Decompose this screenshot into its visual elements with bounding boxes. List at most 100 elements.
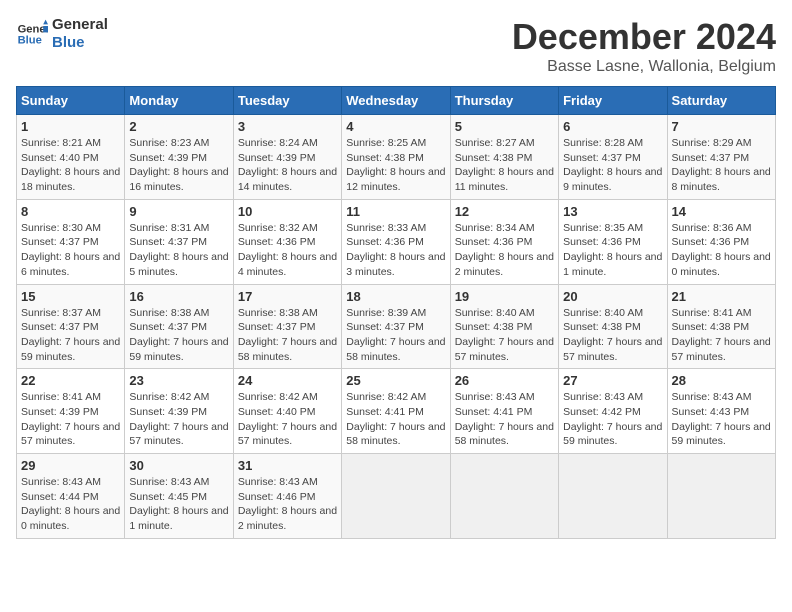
day-info: Sunrise: 8:29 AMSunset: 4:37 PMDaylight:… [672,136,771,195]
day-number: 24 [238,373,337,388]
calendar-cell: 1 Sunrise: 8:21 AMSunset: 4:40 PMDaylight… [17,115,125,200]
day-number: 2 [129,119,228,134]
day-info: Sunrise: 8:23 AMSunset: 4:39 PMDaylight:… [129,136,228,195]
day-info: Sunrise: 8:25 AMSunset: 4:38 PMDaylight:… [346,136,445,195]
calendar-cell: 10 Sunrise: 8:32 AMSunset: 4:36 PMDayligh… [233,199,341,284]
calendar-cell: 23 Sunrise: 8:42 AMSunset: 4:39 PMDayligh… [125,369,233,454]
calendar-cell: 24 Sunrise: 8:42 AMSunset: 4:40 PMDayligh… [233,369,341,454]
day-info: Sunrise: 8:40 AMSunset: 4:38 PMDaylight:… [455,306,554,365]
day-info: Sunrise: 8:42 AMSunset: 4:40 PMDaylight:… [238,390,337,449]
day-number: 15 [21,289,120,304]
header: General Blue General Blue December 2024 … [16,16,776,76]
calendar-header-sunday: Sunday [17,87,125,115]
calendar-cell: 15Sunrise: 8:37 AMSunset: 4:37 PMDayligh… [17,284,125,369]
day-number: 21 [672,289,771,304]
calendar-week-1: 1 Sunrise: 8:21 AMSunset: 4:40 PMDaylight… [17,115,776,200]
day-info: Sunrise: 8:40 AMSunset: 4:38 PMDaylight:… [563,306,662,365]
day-number: 30 [129,458,228,473]
day-number: 7 [672,119,771,134]
day-number: 5 [455,119,554,134]
calendar-cell: 28 Sunrise: 8:43 AMSunset: 4:43 PMDayligh… [667,369,775,454]
calendar-cell: 30 Sunrise: 8:43 AMSunset: 4:45 PMDayligh… [125,454,233,539]
day-number: 17 [238,289,337,304]
day-info: Sunrise: 8:34 AMSunset: 4:36 PMDaylight:… [455,221,554,280]
logo-blue: Blue [52,34,108,52]
calendar-cell: 16Sunrise: 8:38 AMSunset: 4:37 PMDayligh… [125,284,233,369]
calendar-cell: 11 Sunrise: 8:33 AMSunset: 4:36 PMDayligh… [342,199,450,284]
day-info: Sunrise: 8:38 AMSunset: 4:37 PMDaylight:… [238,306,337,365]
calendar-cell: 6Sunrise: 8:28 AMSunset: 4:37 PMDaylight… [559,115,667,200]
day-info: Sunrise: 8:39 AMSunset: 4:37 PMDaylight:… [346,306,445,365]
calendar-header-row: SundayMondayTuesdayWednesdayThursdayFrid… [17,87,776,115]
calendar-cell: 2 Sunrise: 8:23 AMSunset: 4:39 PMDaylight… [125,115,233,200]
day-info: Sunrise: 8:43 AMSunset: 4:45 PMDaylight:… [129,475,228,534]
calendar-cell: 8Sunrise: 8:30 AMSunset: 4:37 PMDaylight… [17,199,125,284]
calendar-header-monday: Monday [125,87,233,115]
day-number: 27 [563,373,662,388]
day-info: Sunrise: 8:28 AMSunset: 4:37 PMDaylight:… [563,136,662,195]
day-number: 16 [129,289,228,304]
day-info: Sunrise: 8:24 AMSunset: 4:39 PMDaylight:… [238,136,337,195]
calendar-cell: 18 Sunrise: 8:39 AMSunset: 4:37 PMDayligh… [342,284,450,369]
day-info: Sunrise: 8:21 AMSunset: 4:40 PMDaylight:… [21,136,120,195]
day-info: Sunrise: 8:43 AMSunset: 4:41 PMDaylight:… [455,390,554,449]
calendar-cell: 22 Sunrise: 8:41 AMSunset: 4:39 PMDayligh… [17,369,125,454]
calendar-cell: 17 Sunrise: 8:38 AMSunset: 4:37 PMDayligh… [233,284,341,369]
calendar-cell [342,454,450,539]
page-subtitle: Basse Lasne, Wallonia, Belgium [512,58,776,76]
day-number: 22 [21,373,120,388]
day-info: Sunrise: 8:43 AMSunset: 4:44 PMDaylight:… [21,475,120,534]
day-info: Sunrise: 8:31 AMSunset: 4:37 PMDaylight:… [129,221,228,280]
day-number: 25 [346,373,445,388]
day-info: Sunrise: 8:32 AMSunset: 4:36 PMDaylight:… [238,221,337,280]
day-number: 31 [238,458,337,473]
title-area: December 2024 Basse Lasne, Wallonia, Bel… [512,16,776,76]
day-info: Sunrise: 8:35 AMSunset: 4:36 PMDaylight:… [563,221,662,280]
calendar-cell: 4 Sunrise: 8:25 AMSunset: 4:38 PMDaylight… [342,115,450,200]
calendar-week-3: 15Sunrise: 8:37 AMSunset: 4:37 PMDayligh… [17,284,776,369]
day-number: 4 [346,119,445,134]
day-info: Sunrise: 8:41 AMSunset: 4:38 PMDaylight:… [672,306,771,365]
day-number: 19 [455,289,554,304]
day-number: 26 [455,373,554,388]
calendar-cell: 9Sunrise: 8:31 AMSunset: 4:37 PMDaylight… [125,199,233,284]
calendar-cell: 12Sunrise: 8:34 AMSunset: 4:36 PMDayligh… [450,199,558,284]
day-info: Sunrise: 8:30 AMSunset: 4:37 PMDaylight:… [21,221,120,280]
calendar-cell: 31 Sunrise: 8:43 AMSunset: 4:46 PMDayligh… [233,454,341,539]
day-number: 23 [129,373,228,388]
calendar-cell: 3 Sunrise: 8:24 AMSunset: 4:39 PMDaylight… [233,115,341,200]
day-number: 11 [346,204,445,219]
day-number: 3 [238,119,337,134]
calendar-cell: 19 Sunrise: 8:40 AMSunset: 4:38 PMDayligh… [450,284,558,369]
calendar-cell: 27Sunrise: 8:43 AMSunset: 4:42 PMDayligh… [559,369,667,454]
day-number: 10 [238,204,337,219]
logo-general: General [52,16,108,34]
day-number: 14 [672,204,771,219]
calendar-week-4: 22 Sunrise: 8:41 AMSunset: 4:39 PMDayligh… [17,369,776,454]
day-info: Sunrise: 8:41 AMSunset: 4:39 PMDaylight:… [21,390,120,449]
day-info: Sunrise: 8:33 AMSunset: 4:36 PMDaylight:… [346,221,445,280]
day-info: Sunrise: 8:43 AMSunset: 4:46 PMDaylight:… [238,475,337,534]
calendar-header-friday: Friday [559,87,667,115]
day-number: 28 [672,373,771,388]
day-info: Sunrise: 8:43 AMSunset: 4:43 PMDaylight:… [672,390,771,449]
day-number: 1 [21,119,120,134]
calendar-cell: 21 Sunrise: 8:41 AMSunset: 4:38 PMDayligh… [667,284,775,369]
calendar-cell [450,454,558,539]
logo-icon: General Blue [16,18,48,50]
day-number: 13 [563,204,662,219]
calendar-cell: 13 Sunrise: 8:35 AMSunset: 4:36 PMDayligh… [559,199,667,284]
day-info: Sunrise: 8:42 AMSunset: 4:39 PMDaylight:… [129,390,228,449]
calendar-table: SundayMondayTuesdayWednesdayThursdayFrid… [16,86,776,539]
calendar-header-thursday: Thursday [450,87,558,115]
calendar-cell: 26 Sunrise: 8:43 AMSunset: 4:41 PMDayligh… [450,369,558,454]
calendar-cell: 20Sunrise: 8:40 AMSunset: 4:38 PMDayligh… [559,284,667,369]
logo: General Blue General Blue [16,16,108,52]
page-title: December 2024 [512,16,776,58]
calendar-cell: 25Sunrise: 8:42 AMSunset: 4:41 PMDayligh… [342,369,450,454]
calendar-cell [667,454,775,539]
day-number: 18 [346,289,445,304]
day-number: 29 [21,458,120,473]
calendar-cell: 14Sunrise: 8:36 AMSunset: 4:36 PMDayligh… [667,199,775,284]
calendar-cell: 5Sunrise: 8:27 AMSunset: 4:38 PMDaylight… [450,115,558,200]
